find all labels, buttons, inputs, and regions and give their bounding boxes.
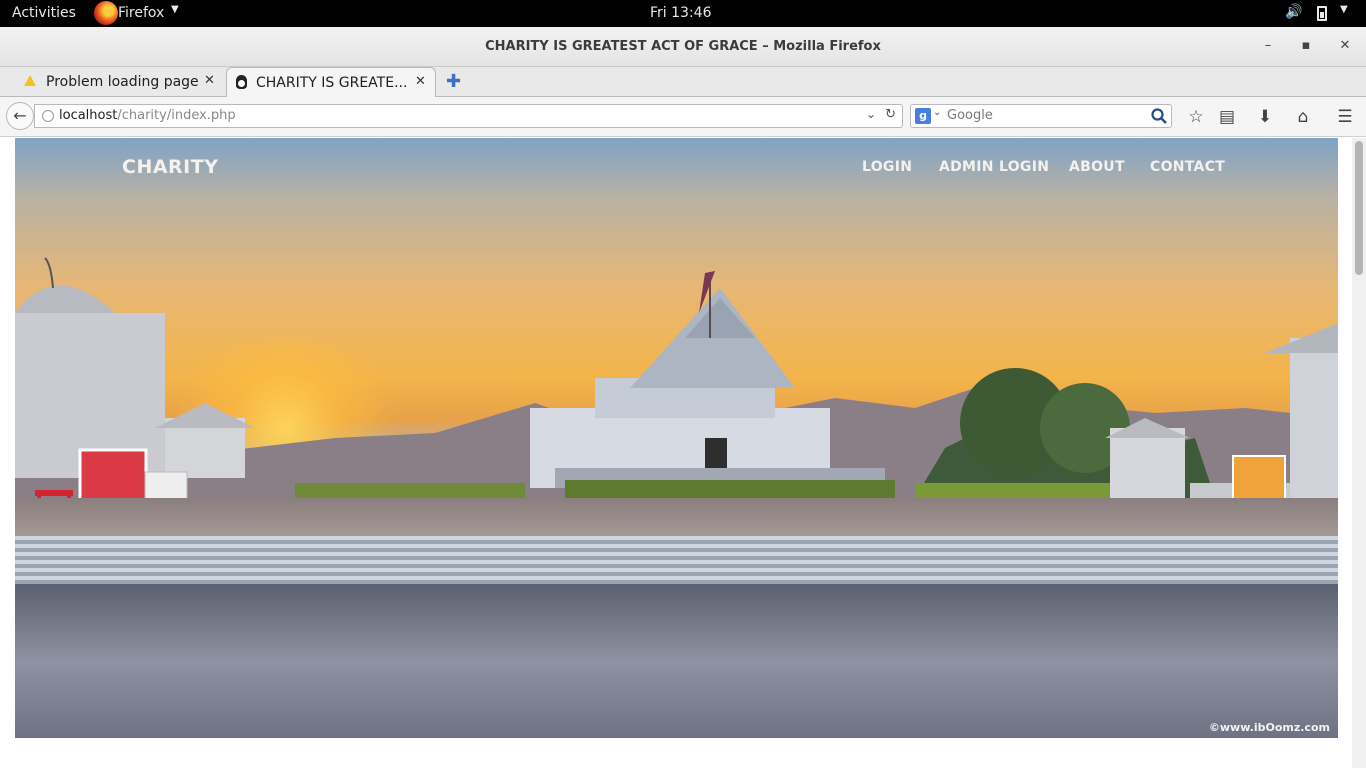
menu-icon[interactable]: ☰ — [1334, 106, 1356, 128]
page-viewport: CHARITY LOGIN ADMIN LOGIN ABOUT CONTACT … — [0, 138, 1366, 768]
url-text[interactable]: localhost/charity/index.php — [59, 108, 236, 123]
maximize-button[interactable]: ▪ — [1297, 37, 1315, 55]
battery-icon[interactable] — [1317, 6, 1327, 21]
system-menu-caret-icon[interactable]: ▼ — [1340, 4, 1348, 15]
image-watermark: ©www.ibOomz.com — [1208, 721, 1330, 734]
reload-icon[interactable]: ↻ — [885, 107, 896, 122]
search-icon[interactable] — [1150, 107, 1168, 125]
tab-problem-loading[interactable]: Problem loading page ✕ — [16, 67, 220, 97]
nav-about-link[interactable]: ABOUT — [1069, 159, 1125, 175]
app-menu-caret-icon[interactable]: ▼ — [171, 4, 179, 15]
search-input[interactable] — [947, 108, 1147, 123]
downloads-icon[interactable]: ⬇ — [1254, 106, 1276, 128]
close-window-button[interactable]: ✕ — [1336, 37, 1354, 55]
close-tab-icon[interactable]: ✕ — [204, 73, 215, 88]
activities-button[interactable]: Activities — [12, 5, 76, 21]
tab-strip: Problem loading page ✕ CHARITY IS GREATE… — [0, 67, 1366, 98]
brand-logo-link[interactable]: CHARITY — [122, 156, 218, 178]
url-bar[interactable]: localhost/charity/index.php ⌄ ↻ — [34, 104, 903, 128]
plaza — [15, 498, 1338, 538]
nav-admin-login-link[interactable]: ADMIN LOGIN — [939, 159, 1049, 175]
url-history-dropdown-icon[interactable]: ⌄ — [866, 107, 876, 121]
reading-list-icon[interactable]: ▤ — [1216, 106, 1238, 128]
back-arrow-icon: ← — [13, 106, 27, 125]
road — [15, 584, 1338, 738]
minimize-button[interactable]: – — [1259, 37, 1277, 55]
tab-label: Problem loading page — [46, 74, 199, 90]
tux-icon — [236, 75, 247, 89]
new-tab-icon[interactable]: ✚ — [446, 71, 461, 92]
globe-icon — [42, 110, 54, 122]
volume-icon[interactable]: 🔊 — [1285, 4, 1302, 20]
clock[interactable]: Fri 13:46 — [650, 5, 711, 21]
stone-steps — [15, 536, 1338, 584]
scrollbar-thumb[interactable] — [1355, 141, 1363, 275]
window-title: CHARITY IS GREATEST ACT OF GRACE – Mozil… — [485, 39, 881, 54]
search-engine-caret-icon[interactable]: ⌄ — [933, 107, 941, 118]
system-top-bar: Activities Firefox ▼ Fri 13:46 🔊 ▼ — [0, 0, 1366, 27]
google-engine-icon[interactable]: g — [915, 108, 931, 124]
tab-charity[interactable]: CHARITY IS GREATE... ✕ — [226, 67, 436, 98]
hero-image: CHARITY LOGIN ADMIN LOGIN ABOUT CONTACT … — [15, 138, 1338, 738]
nav-login-link[interactable]: LOGIN — [862, 159, 912, 175]
url-host: localhost — [59, 108, 118, 123]
search-bar[interactable]: g ⌄ — [910, 104, 1172, 128]
close-tab-icon[interactable]: ✕ — [415, 74, 426, 89]
firefox-icon — [94, 1, 118, 25]
navigation-toolbar: ← localhost/charity/index.php ⌄ ↻ g ⌄ ☆ … — [0, 97, 1366, 137]
window-title-bar: CHARITY IS GREATEST ACT OF GRACE – Mozil… — [0, 27, 1366, 67]
bookmark-star-icon[interactable]: ☆ — [1185, 106, 1207, 128]
home-icon[interactable]: ⌂ — [1292, 106, 1314, 128]
app-menu-label[interactable]: Firefox — [118, 5, 164, 21]
url-path: /charity/index.php — [117, 108, 236, 123]
back-button[interactable]: ← — [6, 102, 34, 130]
tab-label: CHARITY IS GREATE... — [256, 75, 408, 91]
nav-contact-link[interactable]: CONTACT — [1150, 159, 1225, 175]
warning-icon — [24, 75, 36, 86]
